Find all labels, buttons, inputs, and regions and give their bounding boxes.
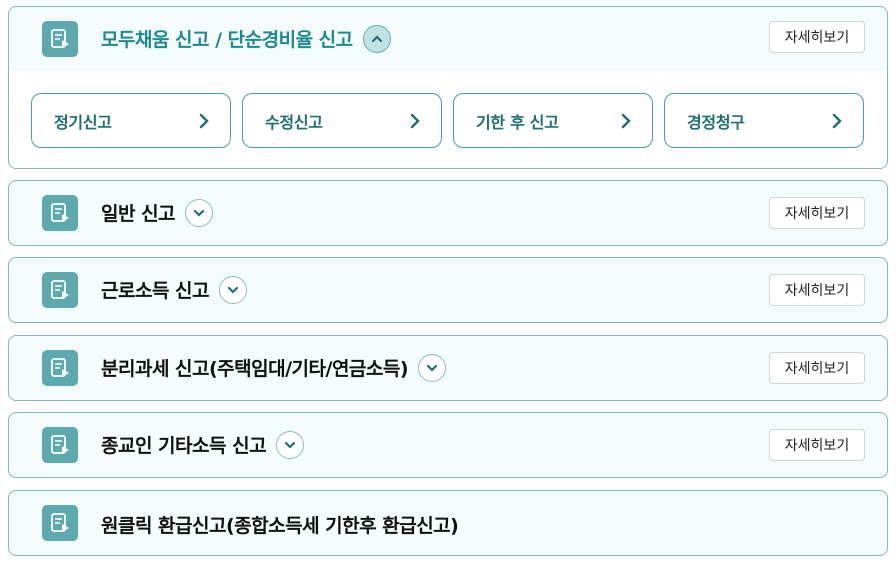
chevron-down-icon[interactable] [418,353,447,382]
sub-item-amend[interactable]: 수정신고 [242,93,442,148]
detail-button[interactable]: 자세히보기 [769,21,865,53]
section-header[interactable]: 일반 신고 자세히보기 [9,181,887,245]
section-earned-income: 근로소득 신고 자세히보기 [8,257,888,323]
chevron-up-icon[interactable] [362,24,391,53]
detail-button[interactable]: 자세히보기 [769,197,865,229]
chevron-right-icon [199,113,209,129]
section-title: 원클릭 환급신고(종합소득세 기한후 환급신고) [101,515,459,537]
detail-button[interactable]: 자세히보기 [769,352,865,384]
section-religious: 종교인 기타소득 신고 자세히보기 [8,412,888,478]
document-report-icon [42,195,78,231]
sub-item-late[interactable]: 기한 후 신고 [453,93,653,148]
chevron-right-icon [621,113,631,129]
section-title: 근로소득 신고 [101,275,247,306]
section-general: 일반 신고 자세히보기 [8,180,888,246]
chevron-right-icon [410,113,420,129]
section-title: 일반 신고 [101,198,214,229]
section-title: 종교인 기타소득 신고 [101,430,305,461]
section-separate-tax: 분리과세 신고(주택임대/기타/연금소득) 자세히보기 [8,335,888,401]
section-title: 모두채움 신고 / 단순경비율 신고 [101,24,391,55]
section-title: 분리과세 신고(주택임대/기타/연금소득) [101,353,447,384]
sub-menu: 정기신고 수정신고 기한 후 신고 경정청구 [9,71,887,168]
chevron-right-icon [832,113,842,129]
document-report-icon [42,21,78,57]
sub-item-correction[interactable]: 경정청구 [664,93,864,148]
document-report-icon [42,350,78,386]
document-report-icon [42,427,78,463]
document-report-icon [42,272,78,308]
section-one-click-refund[interactable]: 원클릭 환급신고(종합소득세 기한후 환급신고) [8,490,888,556]
document-report-icon [42,505,78,541]
section-header[interactable]: 원클릭 환급신고(종합소득세 기한후 환급신고) [9,491,887,555]
section-header[interactable]: 근로소득 신고 자세히보기 [9,258,887,322]
section-header[interactable]: 종교인 기타소득 신고 자세히보기 [9,413,887,477]
chevron-down-icon[interactable] [276,430,305,459]
section-header[interactable]: 모두채움 신고 / 단순경비율 신고 자세히보기 [9,7,887,71]
chevron-down-icon[interactable] [219,275,247,304]
section-modu-chaeum: 모두채움 신고 / 단순경비율 신고 자세히보기 정기신고 수정신고 기한 후 … [8,6,888,169]
chevron-down-icon[interactable] [185,198,214,227]
detail-button[interactable]: 자세히보기 [769,274,865,306]
sub-item-regular[interactable]: 정기신고 [31,93,231,148]
detail-button[interactable]: 자세히보기 [769,429,865,461]
section-header[interactable]: 분리과세 신고(주택임대/기타/연금소득) 자세히보기 [9,336,887,400]
